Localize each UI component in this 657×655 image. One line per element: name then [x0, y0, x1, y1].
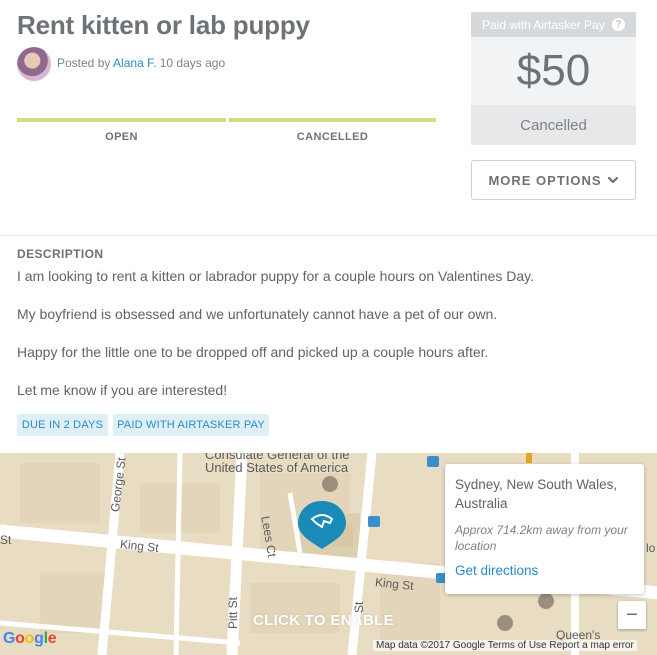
price-panel: Paid with Airtasker Pay ? $50 Cancelled [471, 12, 636, 145]
progress-track-cancelled [229, 118, 436, 122]
help-icon[interactable]: ? [612, 18, 625, 31]
get-directions-link[interactable]: Get directions [455, 563, 634, 578]
progress-track-open [17, 118, 226, 122]
due-date-tag: DUE IN 2 DAYS [17, 414, 108, 436]
zoom-out-button[interactable]: − [618, 601, 646, 629]
location-card: Sydney, New South Wales, Australia Appro… [445, 464, 644, 594]
google-logo: Google [3, 630, 57, 647]
progress-step-cancelled: CANCELLED [296, 131, 369, 143]
payment-tag: PAID WITH AIRTASKER PAY [113, 414, 269, 436]
location-map[interactable]: Consulate General of the United States o… [0, 453, 657, 655]
chevron-down-icon [607, 176, 618, 184]
task-status: Cancelled [471, 105, 636, 145]
poster-avatar[interactable] [17, 47, 51, 81]
street-label: St [0, 533, 12, 547]
description-paragraph: Happy for the little one to be dropped o… [17, 344, 489, 360]
more-options-label: MORE OPTIONS [488, 172, 602, 188]
posted-prefix: Posted by [57, 56, 114, 70]
task-title: Rent kitten or lab puppy [17, 10, 310, 40]
location-distance: Approx 714.2km away from your location [455, 523, 628, 553]
section-divider [0, 235, 657, 236]
poi-label: United States of America [205, 460, 349, 475]
street-label: lo [646, 541, 656, 555]
street-label: Pitt St [226, 596, 240, 629]
more-options-button[interactable]: MORE OPTIONS [471, 160, 636, 200]
progress-step-open: OPEN [105, 131, 138, 143]
task-price: $50 [516, 46, 591, 95]
location-name: Sydney, New South Wales, Australia [455, 477, 618, 511]
posted-suffix: 10 days ago [156, 56, 226, 70]
description-paragraph: My boyfriend is obsessed and we unfortun… [17, 306, 498, 322]
payment-method-label: Paid with Airtasker Pay [482, 17, 605, 32]
click-to-enable-overlay[interactable]: CLICK TO ENABLE [253, 612, 394, 629]
description-label: DESCRIPTION [17, 247, 104, 261]
description-paragraph: Let me know if you are interested! [17, 382, 228, 398]
map-attribution[interactable]: Map data ©2017 Google Terms of Use Repor… [373, 640, 637, 651]
description-paragraph: I am looking to rent a kitten or labrado… [17, 268, 535, 284]
price-panel-header: Paid with Airtasker Pay ? [471, 12, 636, 37]
posted-by-line: Posted by Alana F. 10 days ago [57, 56, 225, 70]
poster-name-link[interactable]: Alana F. [113, 56, 156, 70]
task-header: Rent kitten or lab puppy Posted by Alana… [0, 0, 657, 236]
